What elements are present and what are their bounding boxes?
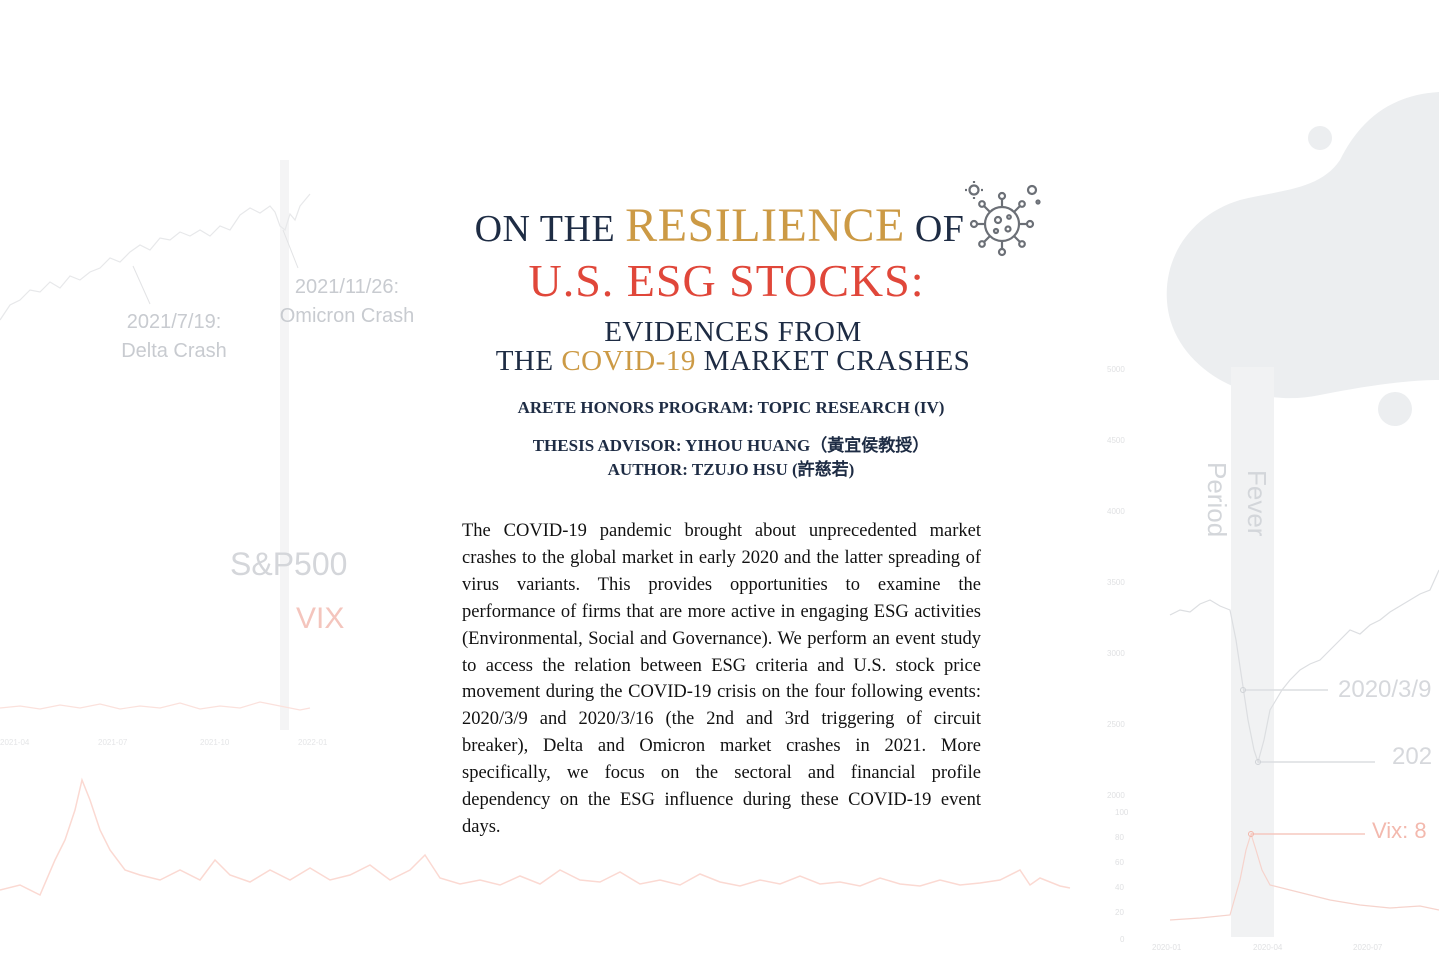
right-date-2: 202 xyxy=(1392,743,1433,770)
svg-text:2021-04: 2021-04 xyxy=(0,738,30,747)
svg-text:3500: 3500 xyxy=(1107,578,1125,587)
subtitle: EVIDENCES FROM THE COVID-19 MARKET CRASH… xyxy=(0,318,1439,376)
subtitle-suffix: MARKET CRASHES xyxy=(703,345,971,377)
subtitle-highlight: COVID-19 xyxy=(561,345,696,377)
svg-text:3000: 3000 xyxy=(1107,649,1125,658)
legend-vix: VIX xyxy=(296,602,345,635)
blob-dot-top xyxy=(1308,126,1332,150)
title-prefix: ON THE xyxy=(474,208,616,250)
title-line-2: U.S. ESG STOCKS: xyxy=(528,255,925,306)
title-line-1: ON THE RESILIENCE OF xyxy=(0,198,1439,253)
right-date-1: 2020/3/9 xyxy=(1338,676,1432,703)
svg-text:2000: 2000 xyxy=(1107,791,1125,800)
title-highlight: RESILIENCE xyxy=(625,199,905,252)
subtitle-prefix: THE xyxy=(495,345,554,377)
right-vix-line xyxy=(1169,831,1439,921)
left-vix-line xyxy=(0,701,311,711)
svg-text:2021-07: 2021-07 xyxy=(98,738,128,747)
subtitle-line-2: THE COVID-19 MARKET CRASHES xyxy=(0,347,1439,376)
svg-text:60: 60 xyxy=(1115,858,1124,867)
right-vix-annotation: Vix: 8 xyxy=(1372,818,1427,843)
svg-text:0: 0 xyxy=(1120,935,1125,944)
advisor-line: THESIS ADVISOR: YIHOU HUANG（黃宜侯教授） xyxy=(532,436,930,455)
author-line: AUTHOR: TZUJO HSU (許慈若) xyxy=(607,460,855,479)
svg-text:2020-04: 2020-04 xyxy=(1253,943,1283,952)
subtitle-line-1: EVIDENCES FROM xyxy=(604,316,862,348)
legend-sp500: S&P500 xyxy=(230,546,348,582)
svg-text:2020-01: 2020-01 xyxy=(1152,943,1182,952)
svg-text:2022-01: 2022-01 xyxy=(298,738,328,747)
svg-text:2020-07: 2020-07 xyxy=(1353,943,1383,952)
credits: THESIS ADVISOR: YIHOU HUANG（黃宜侯教授） AUTHO… xyxy=(0,434,1439,482)
abstract-text: The COVID-19 pandemic brought about unpr… xyxy=(462,521,981,837)
svg-text:20: 20 xyxy=(1115,908,1124,917)
svg-text:40: 40 xyxy=(1115,883,1124,892)
svg-text:2500: 2500 xyxy=(1107,720,1125,729)
svg-text:100: 100 xyxy=(1115,808,1129,817)
svg-text:4000: 4000 xyxy=(1107,507,1125,516)
program-line: ARETE HONORS PROGRAM: TOPIC RESEARCH (IV… xyxy=(517,398,945,417)
svg-text:2021-10: 2021-10 xyxy=(200,738,230,747)
right-sp500-line xyxy=(1169,569,1439,765)
title-suffix: OF xyxy=(914,208,965,250)
svg-text:80: 80 xyxy=(1115,833,1124,842)
